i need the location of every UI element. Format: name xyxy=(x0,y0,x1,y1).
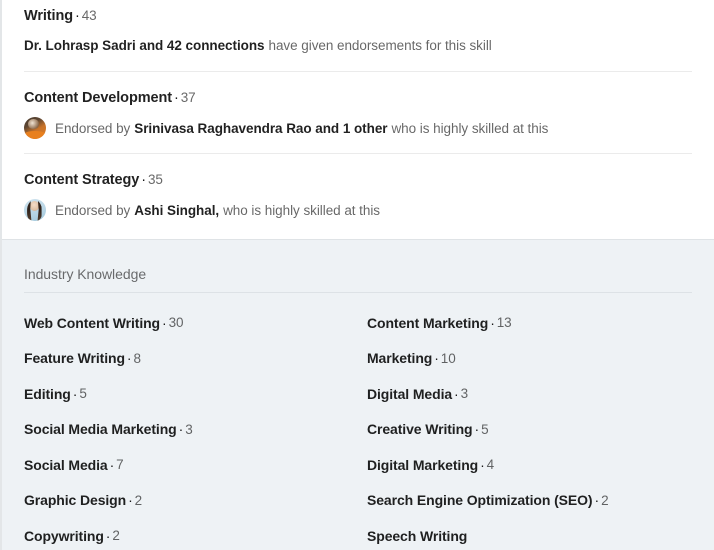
skill-name: Graphic Design xyxy=(24,492,127,509)
skill-heading[interactable]: Content Strategy · 35 xyxy=(24,154,692,189)
endorsement-prefix: Endorsed by xyxy=(55,120,131,136)
skill-separator: · xyxy=(109,456,115,473)
endorsement-suffix: have given endorsements for this skill xyxy=(268,38,492,53)
skill-name: Content Strategy xyxy=(24,172,140,188)
endorsement-summary[interactable]: Endorsed by Srinivasa Raghavendra Rao an… xyxy=(24,117,692,139)
industry-knowledge-section: Industry Knowledge Web Content Writing · 3… xyxy=(2,239,714,550)
skill-separator: · xyxy=(480,456,485,473)
skill-separator: · xyxy=(178,421,184,438)
skill-name: Feature Writing xyxy=(24,350,125,367)
skill-separator: · xyxy=(74,8,80,24)
skill-endorsement-count: 4 xyxy=(486,457,495,473)
skill-item[interactable]: Editing · 5 xyxy=(24,376,367,412)
skill-endorsement-count: 8 xyxy=(133,350,141,366)
skill-item[interactable]: Search Engine Optimization (SEO) · 2 xyxy=(367,483,692,519)
skill-endorsement-count: 7 xyxy=(116,457,124,473)
skill-endorsement-count: 3 xyxy=(460,386,469,402)
skill-endorsement-count: 43 xyxy=(81,8,97,23)
skill-endorsement-count: 5 xyxy=(79,386,87,402)
skill-name: Content Marketing xyxy=(367,314,489,331)
skill-separator: · xyxy=(105,527,111,544)
skill-name: Writing xyxy=(24,8,73,24)
endorser-avatar[interactable] xyxy=(24,117,46,139)
endorser-names[interactable]: Ashi Singhal, xyxy=(134,202,219,219)
skill-endorsement-count: 2 xyxy=(134,492,143,508)
endorsement-prefix: Endorsed by xyxy=(55,202,131,218)
skill-separator: · xyxy=(474,421,480,438)
skill-item[interactable]: Web Content Writing · 30 xyxy=(24,305,367,341)
skill-endorsement-count: 2 xyxy=(112,528,120,544)
skill-item[interactable]: Copywriting · 2 xyxy=(24,518,367,550)
top-endorsed-skills-section: Writing · 43 Dr. Lohrasp Sadri and 42 conn… xyxy=(2,0,714,221)
endorsement-suffix: who is highly skilled at this xyxy=(223,202,380,218)
industry-knowledge-skills-grid: Web Content Writing · 30 Content Marketing… xyxy=(24,293,692,550)
endorsed-skill-writing[interactable]: Writing · 43 Dr. Lohrasp Sadri and 42 conn… xyxy=(2,0,714,72)
skill-item[interactable]: Speech Writing xyxy=(367,518,692,550)
skill-name: Social Media Marketing xyxy=(24,421,177,438)
skill-name: Copywriting xyxy=(24,527,104,544)
skill-item[interactable]: Marketing · 10 xyxy=(367,341,692,377)
section-label-industry-knowledge: Industry Knowledge xyxy=(24,266,147,282)
skill-separator: · xyxy=(162,314,167,331)
skill-item[interactable]: Creative Writing · 5 xyxy=(367,412,692,448)
skill-name: Web Content Writing xyxy=(24,314,161,331)
skill-heading[interactable]: Writing · 43 xyxy=(24,4,692,25)
skill-separator: · xyxy=(434,350,439,367)
endorsement-summary[interactable]: Endorsed by Ashi Singhal, who is highly … xyxy=(24,199,692,221)
endorser-names[interactable]: Srinivasa Raghavendra Rao and 1 other xyxy=(134,120,387,137)
skill-separator: · xyxy=(72,385,78,402)
skill-name: Social Media xyxy=(24,456,108,473)
skill-item[interactable]: Graphic Design · 2 xyxy=(24,483,367,519)
skill-name: Content Development xyxy=(24,90,172,106)
skill-endorsement-count: 3 xyxy=(185,421,193,437)
endorsement-suffix: who is highly skilled at this xyxy=(391,120,549,136)
skill-item[interactable]: Feature Writing · 8 xyxy=(24,341,367,377)
skill-separator: · xyxy=(173,90,179,106)
skill-endorsement-count: 10 xyxy=(440,350,456,366)
skill-item[interactable]: Digital Marketing · 4 xyxy=(367,447,692,483)
skill-item[interactable]: Digital Media · 3 xyxy=(367,376,692,412)
skill-separator: · xyxy=(126,350,132,367)
skill-name: Digital Marketing xyxy=(367,456,479,473)
skill-item[interactable]: Content Marketing · 13 xyxy=(367,305,692,341)
skill-endorsement-count: 2 xyxy=(601,492,609,508)
skill-separator: · xyxy=(454,385,459,402)
endorsed-skill-content-strategy[interactable]: Content Strategy · 35 Endorsed by Ashi Sin… xyxy=(2,154,714,221)
endorser-avatar[interactable] xyxy=(24,199,46,221)
skill-endorsement-count: 30 xyxy=(168,315,184,331)
skill-name: Creative Writing xyxy=(367,421,473,438)
skill-endorsement-count: 37 xyxy=(180,90,196,105)
skill-separator: · xyxy=(594,492,600,509)
skill-separator: · xyxy=(141,172,146,188)
skill-name: Search Engine Optimization (SEO) xyxy=(367,492,593,509)
skill-endorsement-count: 35 xyxy=(147,172,163,187)
skill-name: Marketing xyxy=(367,350,433,367)
endorser-names[interactable]: Dr. Lohrasp Sadri and 42 connections xyxy=(24,37,265,54)
skill-endorsement-count: 13 xyxy=(496,315,512,331)
endorsement-summary[interactable]: Dr. Lohrasp Sadri and 42 connections hav… xyxy=(24,37,692,54)
skill-name: Digital Media xyxy=(367,385,453,402)
skill-item[interactable]: Social Media Marketing · 3 xyxy=(24,412,367,448)
skill-name: Speech Writing xyxy=(367,527,468,544)
skill-heading[interactable]: Content Development · 37 xyxy=(24,72,692,107)
skills-endorsements-panel: Writing · 43 Dr. Lohrasp Sadri and 42 conn… xyxy=(0,0,714,550)
skill-separator: · xyxy=(490,314,495,331)
skill-endorsement-count: 5 xyxy=(481,421,489,437)
skill-separator: · xyxy=(128,492,133,509)
skill-name: Editing xyxy=(24,385,71,402)
skill-item[interactable]: Social Media · 7 xyxy=(24,447,367,483)
endorsed-skill-content-development[interactable]: Content Development · 37 Endorsed by Srini… xyxy=(2,72,714,154)
